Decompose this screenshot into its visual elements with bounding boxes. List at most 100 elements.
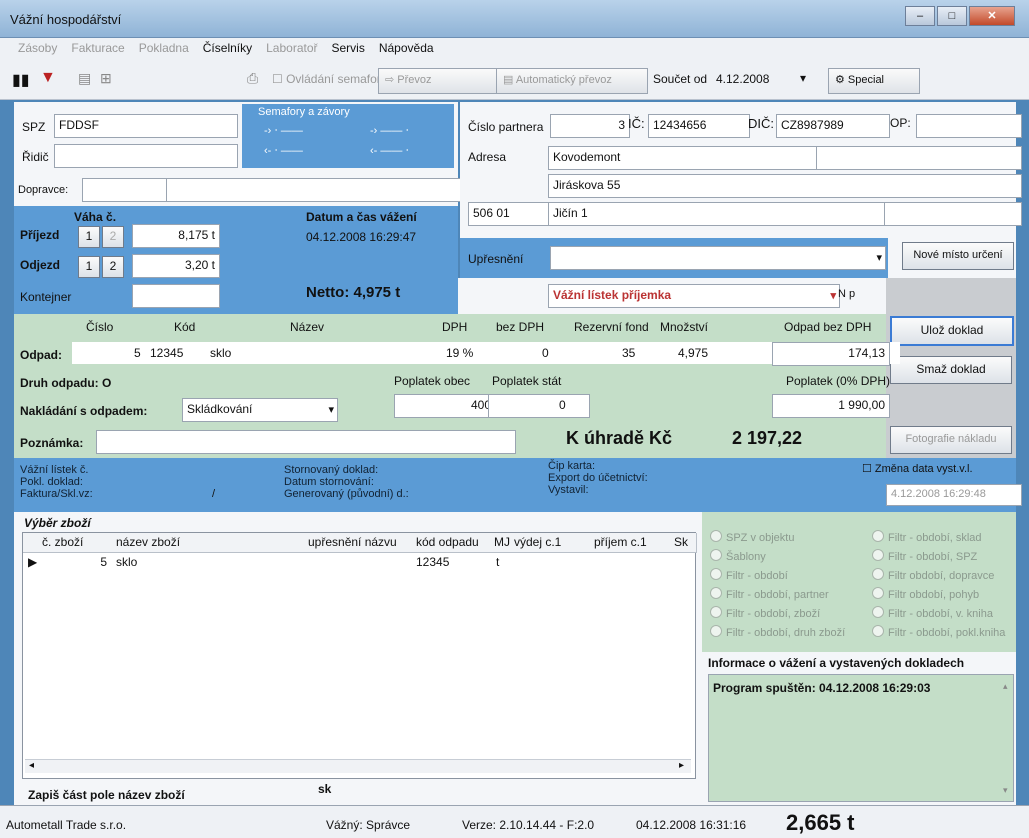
cislo-partnera-input[interactable]: 3 (550, 114, 630, 138)
list-icon[interactable]: ▤ (78, 70, 91, 87)
filter-value[interactable]: sk (318, 782, 331, 796)
filter-right-1[interactable]: Filtr - období, SPZ (872, 549, 977, 563)
prevoz-button[interactable]: ⇨ Převoz (378, 68, 498, 94)
odpad-nazev[interactable]: sklo (210, 346, 231, 360)
col-vydej[interactable]: výdej c.1 (511, 533, 595, 553)
adresa-line1-input[interactable]: Kovodemont (548, 146, 820, 170)
cell-mj[interactable]: t (493, 553, 514, 571)
semafor-checkbox[interactable]: ☐ Ovládání semaforu (272, 72, 387, 86)
stat-input[interactable] (884, 202, 1022, 226)
spz-input[interactable]: FDDSF (54, 114, 238, 138)
nove-misto-button[interactable]: Nové místo určení (902, 242, 1014, 270)
poplatek0-input[interactable]: 1 990,00 (772, 394, 890, 418)
fotografie-button[interactable]: Fotografie nákladu (890, 426, 1012, 454)
prijezd-input[interactable]: 8,175 t (132, 224, 220, 248)
odpad-mnozstvi[interactable]: 4,975 (678, 346, 708, 360)
menu-fakturace[interactable]: Fakturace (71, 41, 124, 55)
close-button[interactable]: ✕ (969, 6, 1015, 26)
zmena-checkbox[interactable]: ☐ Změna data vyst.v.l. (862, 462, 973, 475)
ridic-input[interactable] (54, 144, 238, 168)
scroll-down-icon[interactable]: ▾ (1003, 785, 1008, 796)
col-nazev[interactable]: název zboží (113, 533, 309, 553)
odpad-kod[interactable]: 12345 (150, 346, 183, 360)
chevron-down-icon[interactable]: ▾ (800, 71, 806, 85)
cart-icon[interactable]: ▼ (40, 69, 56, 87)
odpad-bez-dph-input[interactable]: 174,13 (772, 342, 890, 366)
menu-pokladna[interactable]: Pokladna (139, 41, 189, 55)
adresa-line2-input[interactable]: Jiráskova 55 (548, 174, 1022, 198)
col-sk[interactable]: Sk (671, 533, 697, 553)
col-kod[interactable]: kód odpadu (413, 533, 495, 553)
filter-right-4[interactable]: Filtr - období, v. kniha (872, 606, 993, 620)
scroll-left-icon[interactable]: ◂ (29, 760, 34, 771)
psc-input[interactable]: 506 01 (468, 202, 552, 226)
goods-grid[interactable]: č. zboží název zboží upřesnění názvu kód… (22, 532, 697, 779)
arrow-right-icon-2[interactable]: -› —— ‧ (370, 124, 409, 137)
filter-right-3[interactable]: Filtr období, pohyb (872, 587, 979, 601)
odjezd-vaha2-button[interactable]: 2 (102, 256, 124, 278)
auto-prevoz-button[interactable]: ▤ Automatický převoz (496, 68, 648, 94)
printer-icon[interactable]: ⎙ (247, 70, 258, 87)
scroll-up-icon[interactable]: ▴ (1003, 681, 1008, 692)
filter-left-2[interactable]: Filtr - období (710, 568, 788, 582)
adresa-line1b-input[interactable] (816, 146, 1022, 170)
weighing-panel: Váha č. Datum a čas vážení 04.12.2008 16… (14, 206, 458, 314)
maximize-button[interactable]: □ (937, 6, 967, 26)
filter-right-2[interactable]: Filtr období, dopravce (872, 568, 994, 582)
menu-napoveda[interactable]: Nápověda (379, 41, 434, 55)
prijezd-vaha1-button[interactable]: 1 (78, 226, 100, 248)
odpad-dph[interactable]: 19 % (446, 346, 473, 360)
filter-left-0[interactable]: SPZ v objektu (710, 530, 794, 544)
dopravce-input[interactable] (166, 178, 462, 202)
poplatek-stat-input[interactable]: 0 (488, 394, 590, 418)
filter-left-1[interactable]: Šablony (710, 549, 766, 563)
zmena-date-input[interactable]: 4.12.2008 16:29:48 (886, 484, 1022, 506)
odpad-cislo[interactable]: 5 (134, 346, 141, 360)
odpad-bezdph[interactable]: 0 (542, 346, 549, 360)
menu-zasoby[interactable]: Zásoby (18, 41, 57, 55)
scroll-right-icon[interactable]: ▸ (679, 760, 684, 771)
minimize-button[interactable]: – (905, 6, 935, 26)
upresneni-select[interactable] (550, 246, 886, 270)
col-upresneni[interactable]: upřesnění názvu (305, 533, 417, 553)
col-cislo[interactable]: č. zboží (39, 533, 117, 553)
odpad-rezerv[interactable]: 35 (622, 346, 635, 360)
arrow-left-icon[interactable]: ‹- ‧ —— (264, 144, 303, 157)
special-button[interactable]: ⚙ Special (828, 68, 920, 94)
menu-laborator[interactable]: Laboratoř (266, 41, 317, 55)
cell-nazev[interactable]: sklo (113, 553, 306, 571)
filter-right-0[interactable]: Filtr - období, sklad (872, 530, 982, 544)
arrow-left-icon-2[interactable]: ‹- —— ‧ (370, 144, 409, 157)
filter-left-5[interactable]: Filtr - období, druh zboží (710, 625, 845, 639)
listek-select[interactable]: Vážní lístek příjemka (548, 284, 840, 308)
soucet-date[interactable]: 4.12.2008 (716, 72, 769, 86)
dopravce-code-input[interactable] (82, 178, 172, 202)
cell-cislo[interactable]: 5 (39, 553, 111, 571)
smaz-doklad-button[interactable]: Smaž doklad (890, 356, 1012, 384)
dic-input[interactable]: CZ8987989 (776, 114, 890, 138)
col-prijem[interactable]: příjem c.1 (591, 533, 675, 553)
odjezd-input[interactable]: 3,20 t (132, 254, 220, 278)
mesto-input[interactable]: Jičín 1 (548, 202, 888, 226)
nakladani-select[interactable]: Skládkování (182, 398, 338, 422)
prijezd-vaha2-button[interactable]: 2 (102, 226, 124, 248)
chart-icon[interactable]: ▮▮ (12, 70, 30, 90)
ic-input[interactable]: 12434656 (648, 114, 750, 138)
log-box[interactable]: Program spuštěn: 04.12.2008 16:29:03 ▴ ▾ (708, 674, 1014, 802)
menu-ciselniky[interactable]: Číselníky (203, 41, 252, 55)
filter-left-3[interactable]: Filtr - období, partner (710, 587, 829, 601)
prijezd-label: Příjezd (20, 228, 60, 242)
arrow-right-icon[interactable]: -› ‧ —— (264, 124, 303, 137)
tree-icon[interactable]: ⊞ (100, 70, 112, 87)
odjezd-vaha1-button[interactable]: 1 (78, 256, 100, 278)
horizontal-scrollbar[interactable]: ◂ ▸ (25, 759, 691, 773)
menu-servis[interactable]: Servis (332, 41, 365, 55)
poznamka-input[interactable] (96, 430, 516, 454)
cell-kod[interactable]: 12345 (413, 553, 492, 571)
filter-left-4[interactable]: Filtr - období, zboží (710, 606, 820, 620)
kontejner-input[interactable] (132, 284, 220, 308)
uloz-doklad-button[interactable]: Ulož doklad (890, 316, 1014, 346)
poplatek-obec-input[interactable]: 400 (394, 394, 496, 418)
op-input[interactable] (916, 114, 1022, 138)
filter-right-5[interactable]: Filtr - období, pokl.kniha (872, 625, 1005, 639)
